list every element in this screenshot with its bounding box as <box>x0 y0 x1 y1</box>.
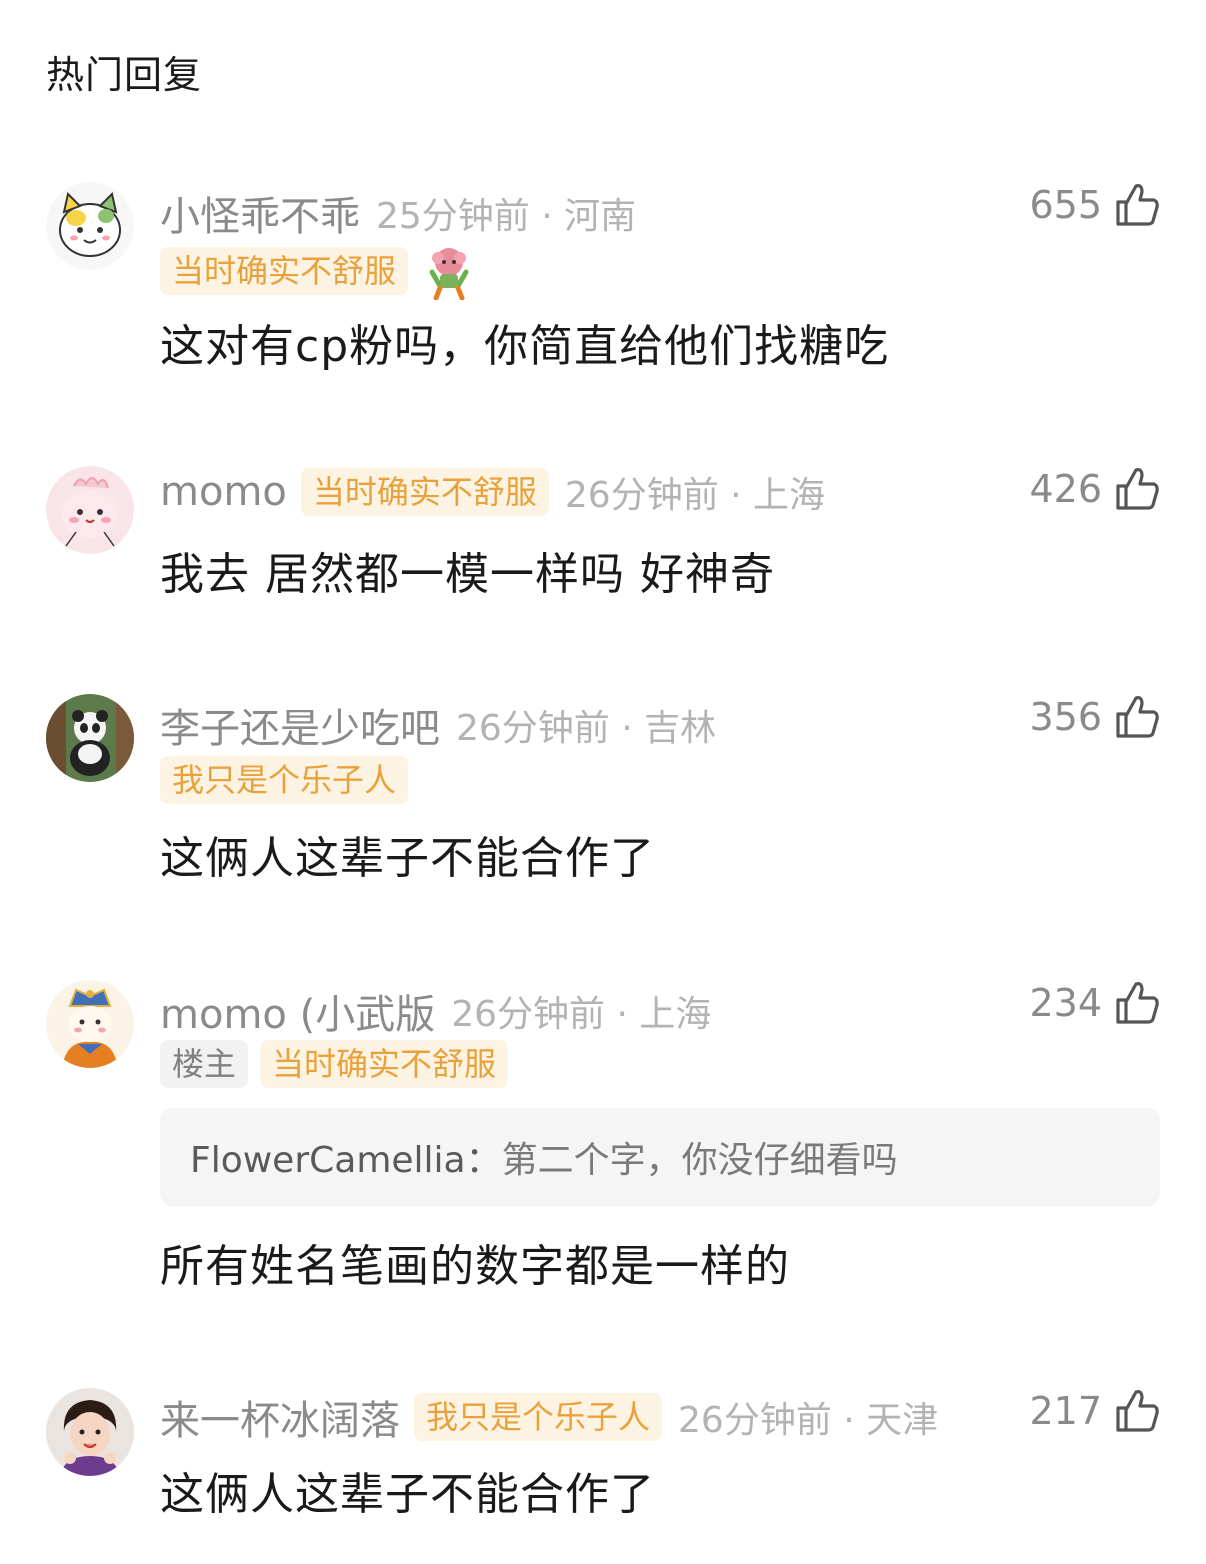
like-count: 356 <box>1029 695 1102 739</box>
user-tag: 我只是个乐子人 <box>160 756 409 804</box>
like-button[interactable]: 356 <box>1029 692 1162 742</box>
timestamp-location: 26分钟前 · 上海 <box>564 475 826 516</box>
thumbs-up-icon[interactable] <box>1112 978 1162 1028</box>
avatar[interactable] <box>46 466 134 554</box>
username[interactable]: 来一杯冰阔落 <box>160 1388 400 1446</box>
avatar[interactable] <box>46 182 134 270</box>
username[interactable]: momo (小武版 <box>160 982 435 1040</box>
comment-text: 所有姓名笔画的数字都是一样的 <box>160 1241 790 1292</box>
user-tag: 当时确实不舒服 <box>160 247 409 295</box>
thumbs-up-icon[interactable] <box>1112 464 1162 514</box>
comment-text: 我去 居然都一模一样吗 好神奇 <box>160 549 775 600</box>
avatar[interactable] <box>46 980 134 1068</box>
fluffy-sticker-icon <box>420 242 478 300</box>
thumbs-up-icon[interactable] <box>1112 1386 1162 1436</box>
comment-text: 这对有cp粉吗，你简直给他们找糖吃 <box>160 321 890 372</box>
comment-text: 这俩人这辈子不能合作了 <box>160 1469 655 1520</box>
reply-text: 第二个字，你没仔细看吗 <box>501 1140 898 1181</box>
character-avatar-icon <box>46 980 134 1068</box>
like-count: 655 <box>1029 183 1102 227</box>
avatar[interactable] <box>46 694 134 782</box>
timestamp-location: 26分钟前 · 上海 <box>451 994 712 1035</box>
reply-username[interactable]: FlowerCamellia： <box>190 1131 502 1183</box>
username[interactable]: 李子还是少吃吧 <box>160 696 440 754</box>
thumbs-up-icon[interactable] <box>1112 180 1162 230</box>
quoted-reply[interactable]: FlowerCamellia： 第二个字，你没仔细看吗 <box>160 1108 1160 1206</box>
like-button[interactable]: 426 <box>1029 464 1162 514</box>
comment-text: 这俩人这辈子不能合作了 <box>160 833 655 884</box>
pink-bunny-avatar-icon <box>46 466 134 554</box>
cat-avatar-icon <box>46 182 134 270</box>
username[interactable]: momo <box>160 469 287 515</box>
like-button[interactable]: 217 <box>1029 1386 1162 1436</box>
like-button[interactable]: 234 <box>1029 978 1162 1028</box>
thumbs-up-icon[interactable] <box>1112 692 1162 742</box>
girl-avatar-icon <box>46 1388 134 1476</box>
timestamp-location: 26分钟前 · 吉林 <box>456 708 717 749</box>
user-tag: 我只是个乐子人 <box>414 1393 663 1441</box>
like-count: 426 <box>1029 467 1102 511</box>
like-count: 234 <box>1029 981 1102 1025</box>
user-tag: 当时确实不舒服 <box>300 468 549 516</box>
username[interactable]: 小怪乖不乖 <box>160 184 360 242</box>
section-title: 热门回复 <box>46 53 203 97</box>
timestamp-location: 25分钟前 · 河南 <box>376 196 637 237</box>
like-count: 217 <box>1029 1389 1102 1433</box>
comments-page: 热门回复 小怪乖不乖 25分钟前 · 河南 当时确实不舒服 655 这对有cp粉… <box>0 0 1206 1564</box>
user-tag: 当时确实不舒服 <box>260 1040 509 1088</box>
like-button[interactable]: 655 <box>1029 180 1162 230</box>
timestamp-location: 26分钟前 · 天津 <box>678 1400 939 1441</box>
panda-avatar-icon <box>46 694 134 782</box>
owner-tag: 楼主 <box>160 1040 249 1088</box>
avatar[interactable] <box>46 1388 134 1476</box>
